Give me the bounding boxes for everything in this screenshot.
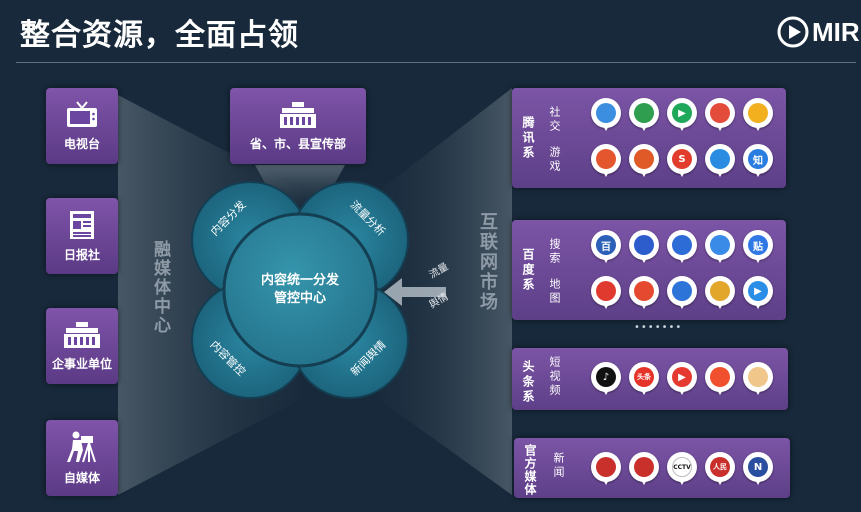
core-line-2: 管控中心 xyxy=(273,291,326,306)
tv-icon xyxy=(67,101,97,127)
tile-label: 自媒体 xyxy=(63,471,100,485)
tile-label: 电视台 xyxy=(63,137,100,151)
tile-label: 企事业单位 xyxy=(51,357,112,371)
source-newspaper: 日报社 xyxy=(46,198,118,274)
group-name: 百度系 xyxy=(521,248,535,293)
group-name: 官方媒体 xyxy=(523,444,537,496)
group-name: 头条系 xyxy=(521,360,535,405)
core-label: 内容统一分发 管控中心 xyxy=(240,272,360,308)
row-label: 短视频 xyxy=(548,356,561,398)
tile-label: 省、市、县宣传部 xyxy=(249,137,346,151)
group-tencent: 腾讯系 社交 游戏 xyxy=(512,88,786,188)
left-vertical-label: 融媒体中心 xyxy=(150,240,170,335)
row-label: 游戏 xyxy=(548,146,561,174)
row-label: 搜索 xyxy=(548,238,561,266)
source-self-media: 自媒体 xyxy=(46,420,118,496)
building-icon xyxy=(64,322,100,348)
source-propaganda-dept: 省、市、县宣传部 xyxy=(230,88,366,164)
newspaper-icon xyxy=(70,211,94,239)
source-tv-station: 电视台 xyxy=(46,88,118,164)
row-label: 地图 xyxy=(548,278,561,306)
camera-operator-icon xyxy=(67,431,96,463)
building-icon xyxy=(280,102,316,128)
group-name: 腾讯系 xyxy=(521,116,535,161)
row-label: 社交 xyxy=(548,106,561,134)
group-official-media: 官方媒体 新闻 xyxy=(514,438,790,498)
ellipsis: ••••••• xyxy=(634,322,683,333)
row-label: 新闻 xyxy=(552,452,565,480)
right-vertical-label: 互联网市场 xyxy=(477,212,498,312)
source-enterprise: 企事业单位 xyxy=(46,308,118,384)
tile-label: 日报社 xyxy=(63,248,100,262)
group-baidu: 百度系 搜索 地图 xyxy=(512,220,786,320)
group-toutiao: 头条系 短视频 xyxy=(512,348,788,410)
core-line-1: 内容统一分发 xyxy=(260,273,339,288)
